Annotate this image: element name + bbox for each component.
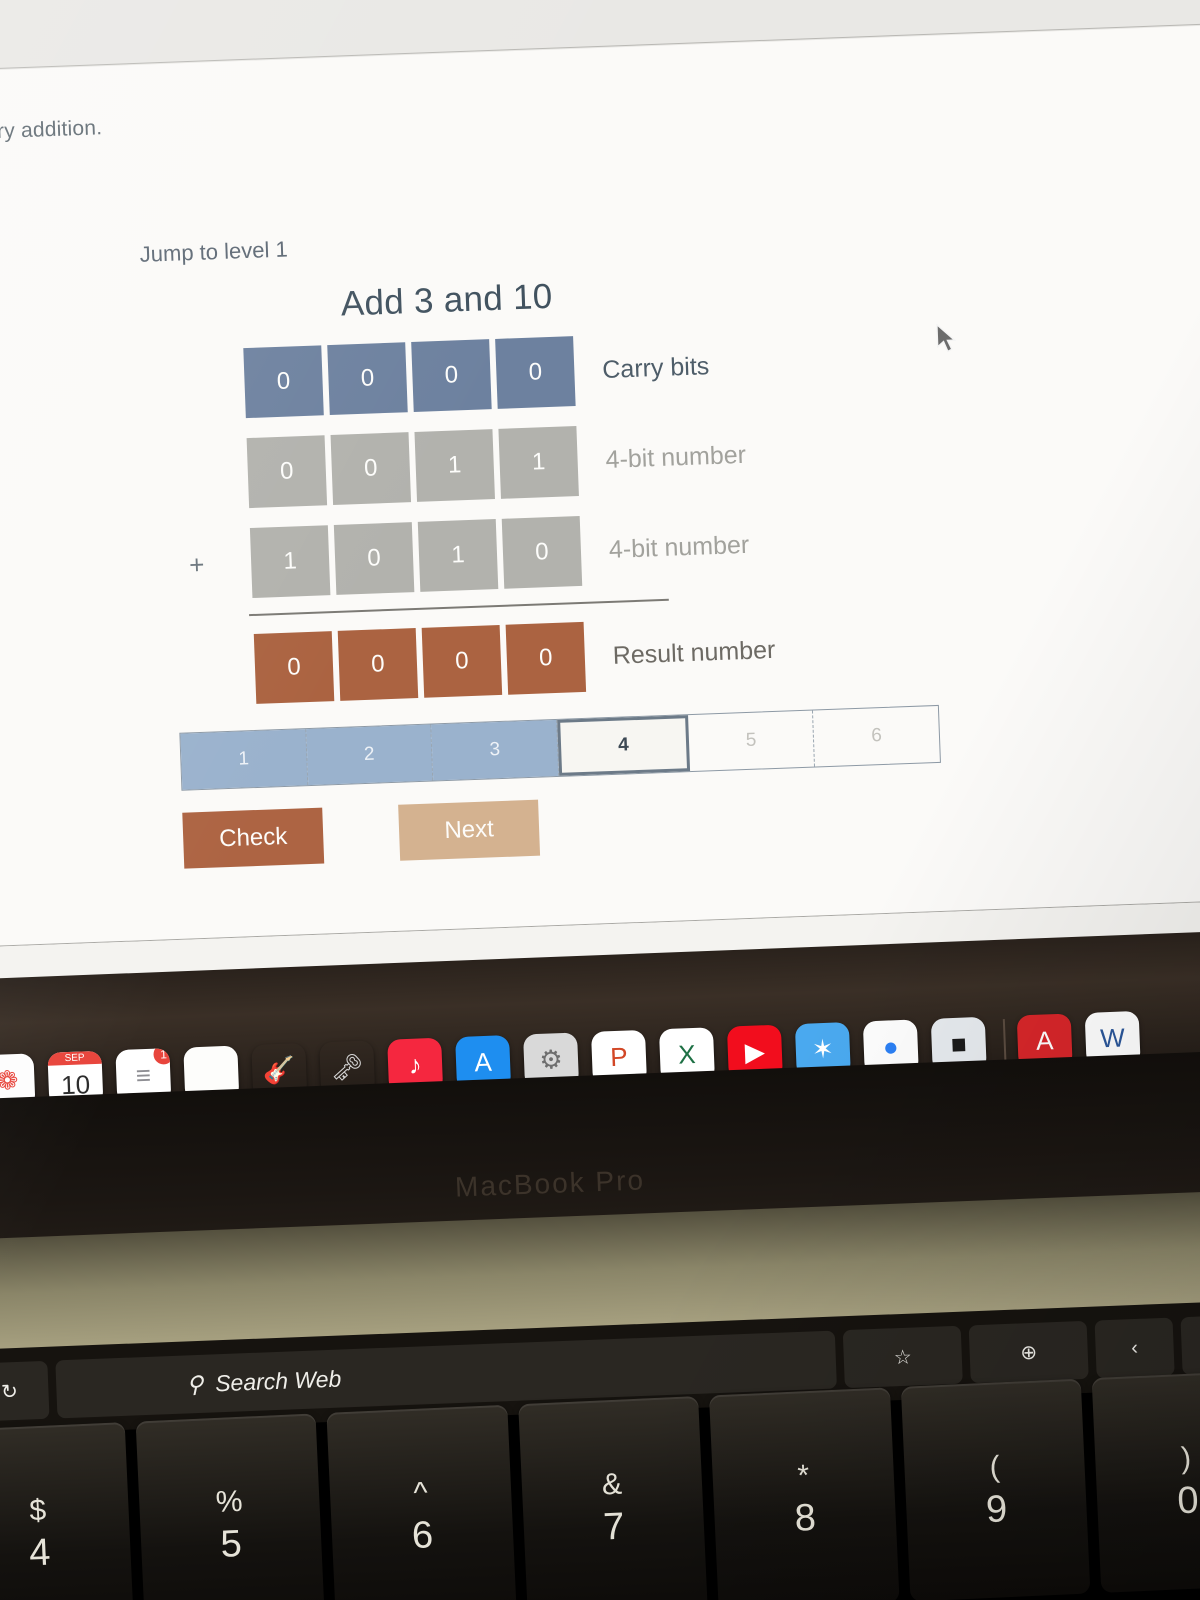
row-label: Carry bits bbox=[601, 351, 710, 384]
key-symbol: * bbox=[796, 1458, 810, 1493]
key-4[interactable]: $4 bbox=[0, 1422, 134, 1600]
bit-cell[interactable]: 0 bbox=[505, 621, 587, 695]
bit-cell[interactable]: 0 bbox=[411, 339, 492, 412]
key-number: 5 bbox=[219, 1522, 243, 1566]
bit-cell: 1 bbox=[417, 519, 499, 592]
bit-cell: 1 bbox=[249, 525, 331, 599]
level-segment-3[interactable]: 3 bbox=[431, 719, 560, 781]
bit-cell[interactable]: 0 bbox=[337, 628, 419, 701]
key-9[interactable]: (9 bbox=[900, 1378, 1091, 1600]
addition-grid: 0 0 0 0 Carry bits 0 0 1 1 4-bit number +1 0 1 0 4-bit… bbox=[143, 320, 916, 712]
bit-cells: 0000 bbox=[253, 621, 592, 704]
key-8[interactable]: * 8 bbox=[709, 1387, 900, 1600]
key-symbol: $ bbox=[28, 1493, 47, 1527]
favorites-star-icon[interactable]: ☆ bbox=[842, 1325, 963, 1389]
bit-cells: 1010 bbox=[249, 515, 588, 599]
action-buttons: Check Next bbox=[182, 786, 922, 869]
level-segment-5[interactable]: 5 bbox=[687, 710, 816, 772]
key-number: 4 bbox=[28, 1531, 52, 1575]
addition-row: 0 0 1 1 4-bit number bbox=[147, 410, 909, 516]
laptop-screen: ary addition. Jump to level 1 Add 3 and … bbox=[0, 0, 1200, 1035]
key-symbol: & bbox=[601, 1467, 623, 1501]
level-segment-1[interactable]: 1 bbox=[180, 729, 309, 790]
addition-row: 0 0 0 0 Result number bbox=[154, 606, 916, 712]
back-chevron-icon[interactable]: ‹ bbox=[1094, 1317, 1175, 1379]
bit-cell[interactable]: 0 bbox=[421, 624, 503, 698]
bit-cell[interactable]: 0 bbox=[253, 631, 335, 704]
bit-cells: 0011 bbox=[246, 426, 585, 509]
photo-of-macbook-screen: ary addition. Jump to level 1 Add 3 and … bbox=[0, 0, 1200, 1600]
row-label: 4-bit number bbox=[605, 440, 747, 474]
addition-row: +1 0 1 0 4-bit number bbox=[150, 500, 912, 606]
bit-cell: 1 bbox=[414, 429, 495, 502]
bit-cell: 0 bbox=[330, 432, 412, 505]
browser-page: ary addition. Jump to level 1 Add 3 and … bbox=[0, 0, 1200, 1035]
bit-cell[interactable]: 0 bbox=[327, 342, 408, 416]
plus-sign: + bbox=[188, 549, 205, 580]
key-6[interactable]: ^ 6 bbox=[326, 1404, 517, 1600]
key-number: 6 bbox=[410, 1513, 435, 1557]
key-7[interactable]: & 7 bbox=[517, 1396, 709, 1600]
level-segment-4[interactable]: 4 bbox=[557, 715, 690, 776]
breadcrumb: ary addition. bbox=[0, 116, 103, 144]
bit-cell[interactable]: 0 bbox=[243, 345, 324, 419]
level-segment-6[interactable]: 6 bbox=[813, 706, 940, 767]
bit-cell: 0 bbox=[501, 515, 583, 589]
calendar-month: SEP bbox=[47, 1050, 102, 1066]
row-label: Result number bbox=[612, 635, 776, 670]
binary-addition-app: Add 3 and 10 0 0 0 0 Carry bits 0 0 1 1 4-bit num… bbox=[141, 264, 941, 869]
bit-cell: 0 bbox=[333, 522, 415, 595]
notification-badge: 1 bbox=[152, 1047, 172, 1066]
addition-divider-line bbox=[249, 598, 669, 617]
addition-row: 0 0 0 0 Carry bits bbox=[143, 320, 905, 426]
bit-cell[interactable]: 0 bbox=[495, 336, 576, 409]
magnifier-icon: ⚲ bbox=[185, 1370, 204, 1397]
key-number: 8 bbox=[793, 1496, 817, 1540]
reload-icon[interactable]: ↻ bbox=[0, 1360, 50, 1422]
check-button[interactable]: Check bbox=[182, 807, 325, 869]
new-tab-plus-icon[interactable]: ⊕ bbox=[968, 1320, 1089, 1384]
level-segment-2[interactable]: 2 bbox=[305, 724, 434, 786]
search-web-label: Search Web bbox=[214, 1365, 342, 1396]
key-symbol: % bbox=[215, 1484, 244, 1519]
row-label: 4-bit number bbox=[608, 530, 750, 564]
key-number: 9 bbox=[985, 1487, 1009, 1531]
bit-cell: 1 bbox=[498, 426, 579, 499]
jump-to-level-link[interactable]: Jump to level 1 bbox=[139, 236, 288, 267]
key-symbol: ) bbox=[1180, 1441, 1192, 1475]
arrow-pointer-icon bbox=[936, 323, 957, 353]
bit-cells: 0000 bbox=[243, 336, 581, 419]
key-5[interactable]: % 5 bbox=[135, 1413, 326, 1600]
key-0[interactable]: ) 0 bbox=[1092, 1369, 1200, 1593]
next-button[interactable]: Next bbox=[398, 799, 541, 861]
key-number: 7 bbox=[602, 1505, 626, 1548]
level-progress-bar[interactable]: 123456 bbox=[179, 704, 941, 791]
brightness-icon[interactable]: ☀ bbox=[1180, 1314, 1200, 1376]
key-number: 0 bbox=[1176, 1478, 1200, 1522]
key-symbol: ^ bbox=[412, 1475, 429, 1510]
bit-cell: 0 bbox=[246, 435, 328, 509]
key-symbol: ( bbox=[988, 1449, 1001, 1484]
page-title: Add 3 and 10 bbox=[340, 276, 554, 324]
